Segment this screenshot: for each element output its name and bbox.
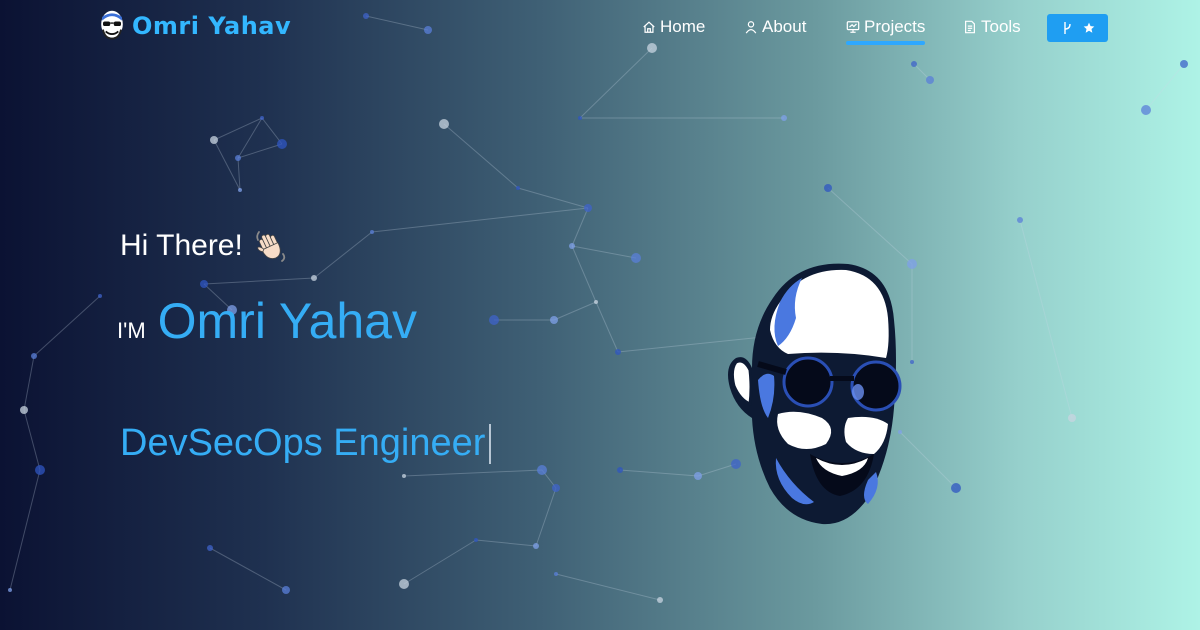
nav-item-home[interactable]: Home [642,17,705,37]
git-fork-icon [1063,22,1071,34]
brand-name: Omri Yahav [132,12,292,40]
typing-cursor [489,423,492,464]
nav-item-label: Tools [981,17,1021,36]
home-icon [643,21,655,33]
avatar-icon [101,10,123,40]
nav-item-label: Projects [864,17,926,36]
navbar: Omri Yahav Home About Projects Tools [0,0,1200,56]
intro-heading: I'M Omri Yahav [117,292,417,350]
hero-section: Hi There! I'M Omri Yahav DevSecOps Engin… [0,0,1200,630]
repo-star-button[interactable] [1047,14,1108,42]
nav-item-tools[interactable]: Tools [963,17,1021,37]
user-icon [745,21,757,34]
portrait-illustration [728,263,902,525]
projects-icon [846,21,860,33]
nav-item-label: Home [660,17,706,36]
nav-item-projects[interactable]: Projects [846,17,926,45]
nav-item-label: About [762,17,807,36]
star-icon [1083,22,1094,33]
nav-item-about[interactable]: About [744,17,806,37]
brand-link[interactable]: Omri Yahav [94,8,291,44]
intro-prefix: I'M [117,318,146,343]
role-text: DevSecOps Engineer [120,422,486,464]
greeting: Hi There! [120,228,289,264]
hero-name: Omri Yahav [157,293,417,349]
typewriter-role: DevSecOps Engineer [120,422,492,465]
greeting-text: Hi There! [120,229,243,262]
waving-hand-icon [256,231,285,262]
document-icon [965,20,975,34]
